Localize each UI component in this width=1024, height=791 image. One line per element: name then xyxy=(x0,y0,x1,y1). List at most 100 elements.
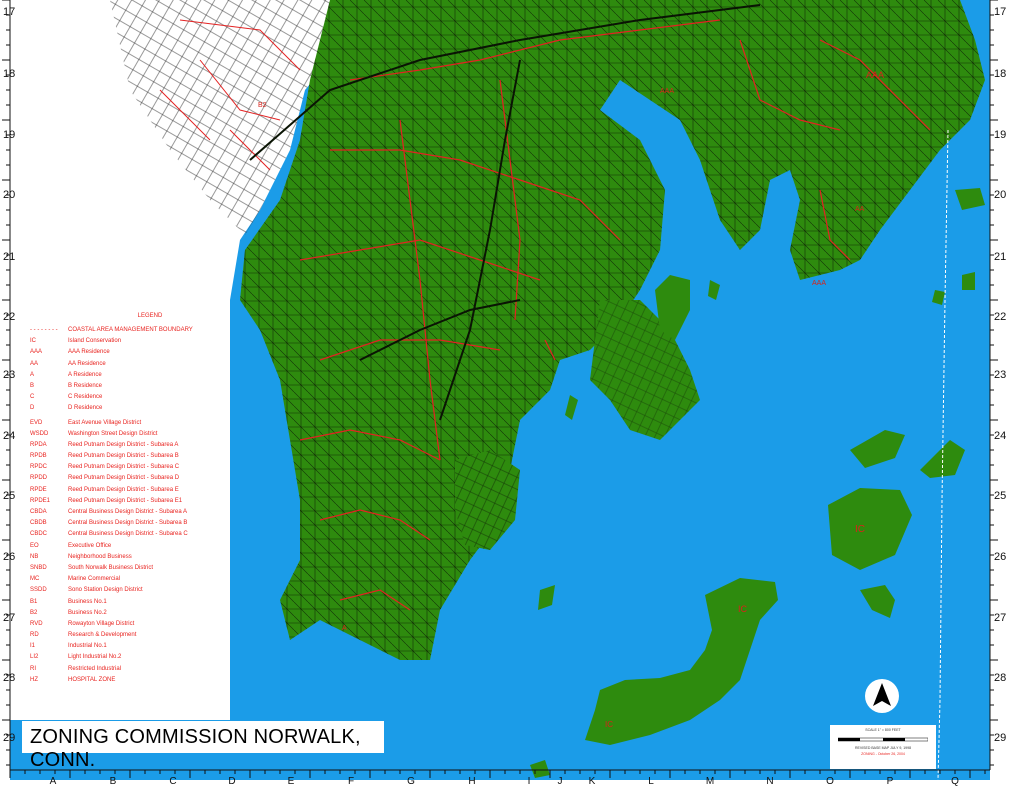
legend-code: I1 xyxy=(30,643,36,650)
grid-row-label: 27 xyxy=(994,612,1007,624)
legend-row: CBDA Central Business Design District - S… xyxy=(30,507,230,518)
legend-row: C C Residence xyxy=(30,392,230,403)
legend-description: Research & Development xyxy=(68,632,137,639)
grid-row-label: 21 xyxy=(3,251,16,263)
legend-description: Central Business Design District - Subar… xyxy=(68,509,188,515)
legend-code: CBDC xyxy=(30,531,48,538)
legend-row: RPDC Reed Putnam Design District - Subare… xyxy=(30,462,230,473)
legend-code: EVD xyxy=(30,419,43,426)
grid-col-label: E xyxy=(287,776,295,787)
legend-code: AA xyxy=(30,360,39,367)
grid-col-label: J xyxy=(557,776,563,787)
zone-label: IC xyxy=(855,524,865,535)
legend-description: Central Business Design District - Subar… xyxy=(68,531,188,538)
grid-col-label: Q xyxy=(951,776,959,787)
legend-row: I1 Industrial No.1 xyxy=(30,641,230,652)
zone-label: IC xyxy=(605,720,613,729)
legend-code: WSDD xyxy=(30,430,49,437)
legend-description: Island Conservation xyxy=(68,338,122,345)
legend-group: EVD East Avenue Village District WSDD Washi… xyxy=(30,418,230,687)
legend-row: WSDD Washington Street Design District xyxy=(30,429,230,440)
legend-code: RVD xyxy=(30,620,43,627)
zone-label: A xyxy=(342,625,347,632)
legend-description: Neighborhood Business xyxy=(68,553,132,560)
grid-row-label: 20 xyxy=(3,189,16,201)
grid-col-label: N xyxy=(766,776,774,787)
grid-col-label: G xyxy=(407,776,415,787)
legend-description: Marine Commercial xyxy=(68,576,121,583)
legend-title: LEGEND xyxy=(137,313,163,319)
legend-row: RPDA Reed Putnam Design District - Subare… xyxy=(30,440,230,451)
grid-row-label: 17 xyxy=(3,6,16,18)
legend-description: Reed Putnam Design District - Subarea E1 xyxy=(68,497,183,504)
island-7 xyxy=(962,272,975,290)
legend-row: NB Neighborhood Business xyxy=(30,552,230,563)
legend-row: AAA AAA Residence xyxy=(30,347,230,358)
grid-col-label: L xyxy=(648,776,654,787)
scale-box: SCALE 1" = 800 FEET REVISED BASE MAP JUL… xyxy=(830,725,936,769)
legend-code: NB xyxy=(30,553,39,560)
legend-row: RPDE1 Reed Putnam Design District - Subar… xyxy=(30,496,230,507)
zoning-date-text: ZONING - October 26, 2004 xyxy=(861,752,905,756)
grid-row-label: 24 xyxy=(994,430,1007,442)
grid-row-label: 22 xyxy=(994,311,1007,323)
legend-row: IC Island Conservation xyxy=(30,336,230,347)
legend-code: RPDC xyxy=(30,464,48,471)
legend-code: RPDB xyxy=(30,453,47,460)
zone-label: IC xyxy=(738,604,747,614)
legend-code: CBDA xyxy=(30,509,47,515)
legend-code: RI xyxy=(30,665,36,672)
legend-description: Business No.1 xyxy=(68,598,107,605)
legend-row: B2 Business No.2 xyxy=(30,608,230,619)
legend-row: HZ HOSPITAL ZONE xyxy=(30,675,230,686)
legend-description: Business No.2 xyxy=(68,609,107,616)
legend-row: EO Executive Office xyxy=(30,541,230,552)
legend-row: B1 Business No.1 xyxy=(30,597,230,608)
legend-description: Reed Putnam Design District - Subarea E xyxy=(68,486,179,493)
grid-col-label: C xyxy=(169,776,177,787)
legend: LEGEND - - - - - - - - COASTAL AREA MANAG… xyxy=(30,313,230,686)
legend-code: AAA xyxy=(30,349,43,356)
legend-description: Executive Office xyxy=(68,542,112,549)
zone-label: AA xyxy=(855,206,865,213)
title-box: ZONING COMMISSION NORWALK, CONN. xyxy=(22,721,384,771)
legend-description: Reed Putnam Design District - Subarea B xyxy=(68,453,179,460)
zone-label: AAA xyxy=(660,88,675,95)
legend-code: RPDE1 xyxy=(30,497,51,504)
north-arrow-icon xyxy=(865,679,899,713)
legend-code: RPDD xyxy=(30,475,48,482)
grid-row-label: 28 xyxy=(3,672,16,684)
legend-description: Sono Station Design District xyxy=(68,587,143,594)
legend-row: CBDB Central Business Design District - S… xyxy=(30,518,230,529)
legend-row: B B Residence xyxy=(30,381,230,392)
legend-code: RD xyxy=(30,632,39,639)
grid-col-label: P xyxy=(886,776,894,787)
grid-row-label: 26 xyxy=(994,551,1007,563)
legend-code: IC xyxy=(30,338,36,345)
grid-row-label: 23 xyxy=(994,369,1007,381)
legend-description: C Residence xyxy=(68,394,103,401)
legend-code: RPDA xyxy=(30,441,47,448)
legend-description: D Residence xyxy=(68,405,103,412)
legend-code: HZ xyxy=(30,676,38,683)
grid-row-label: 19 xyxy=(3,129,16,141)
revised-text: REVISED BASE MAP JULY 9, 1998 xyxy=(854,746,912,750)
grid-row-label: 17 xyxy=(994,6,1007,18)
legend-row: EVD East Avenue Village District xyxy=(30,418,230,429)
grid-row-label: 29 xyxy=(994,732,1007,744)
legend-row: CBDC Central Business Design District - S… xyxy=(30,529,230,540)
scale-text: SCALE 1" = 800 FEET xyxy=(865,728,901,732)
legend-code: RPDE xyxy=(30,486,47,493)
grid-row-label: 19 xyxy=(994,129,1007,141)
legend-row: RPDD Reed Putnam Design District - Subare… xyxy=(30,473,230,484)
legend-description: HOSPITAL ZONE xyxy=(68,676,116,683)
legend-code: B2 xyxy=(30,609,38,616)
legend-code: CBDB xyxy=(30,520,47,527)
legend-row: AA AA Residence xyxy=(30,359,230,370)
grid-row-label: 25 xyxy=(3,490,16,502)
legend-description: South Norwalk Business District xyxy=(68,564,154,571)
legend-code: - - - - - - - - xyxy=(30,327,58,333)
legend-description: Washington Street Design District xyxy=(68,430,158,437)
legend-row: RPDB Reed Putnam Design District - Subare… xyxy=(30,451,230,462)
legend-code: SSDD xyxy=(30,587,47,594)
